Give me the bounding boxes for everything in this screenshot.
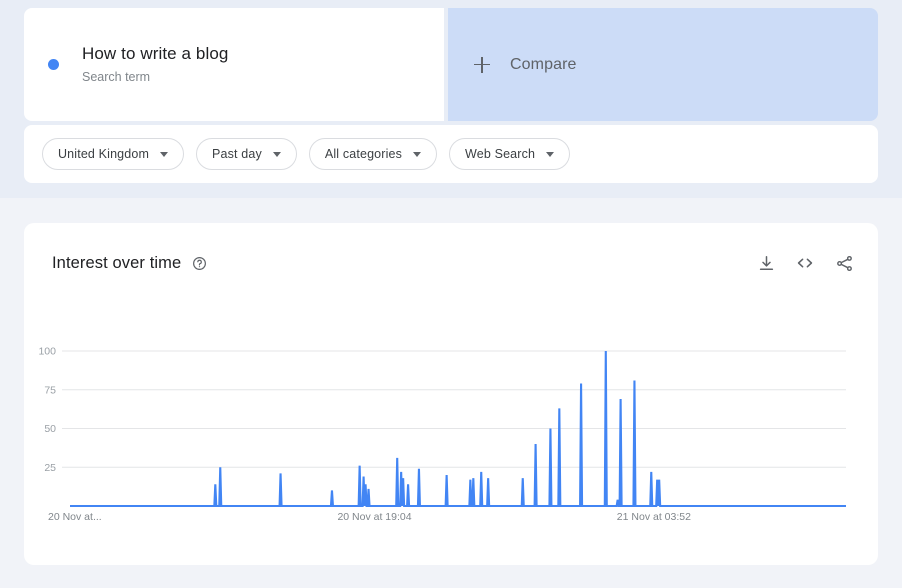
chart-plot-area: 100 75 50 25 20 Nov at... 20 Nov at 19:04 21 N…: [24, 223, 878, 565]
x-axis-tick-label-2: 21 Nov at 03:52: [617, 511, 691, 523]
compare-card[interactable]: Compare: [448, 8, 878, 121]
search-term-texts: How to write a blog Search term: [82, 43, 228, 86]
plus-icon: [474, 56, 490, 73]
filter-chip-0[interactable]: United Kingdom: [42, 138, 185, 170]
filters-bar: United Kingdom Past day All categories Web …: [24, 125, 878, 183]
filter-chip-label: Web Search: [465, 147, 536, 161]
x-axis-tick-label-0: 20 Nov at...: [48, 511, 102, 523]
filter-chip-3[interactable]: Web Search: [449, 138, 571, 170]
y-axis-tick-label: 75: [44, 384, 56, 396]
chevron-down-icon: [272, 151, 281, 157]
filter-chip-1[interactable]: Past day: [196, 138, 297, 170]
trend-line-svg: 100 75 50 25 20 Nov at... 20 Nov at 19:04 21 N…: [38, 346, 846, 523]
y-axis-tick-label: 100: [38, 346, 56, 358]
query-row: How to write a blog Search term Compare: [24, 8, 878, 121]
y-axis-tick-label: 25: [44, 462, 56, 474]
chevron-down-icon: [160, 151, 169, 157]
chevron-down-icon: [546, 151, 555, 157]
filter-chip-label: Past day: [212, 147, 262, 161]
search-term-subtitle: Search term: [82, 70, 151, 84]
filter-chip-label: All categories: [324, 147, 403, 161]
interest-over-time-card: Interest over time 100 75 50 25 20 Nov a…: [24, 223, 878, 565]
y-axis-tick-label: 50: [44, 423, 56, 435]
series-color-dot: [48, 59, 59, 70]
search-term-title: How to write a blog: [82, 44, 229, 63]
x-axis-tick-label-1: 20 Nov at 19:04: [337, 511, 411, 523]
search-term-card[interactable]: How to write a blog Search term: [24, 8, 444, 121]
filter-chip-2[interactable]: All categories: [308, 138, 438, 170]
chevron-down-icon: [413, 151, 422, 157]
filter-chip-label: United Kingdom: [58, 147, 150, 161]
compare-label: Compare: [510, 55, 577, 73]
